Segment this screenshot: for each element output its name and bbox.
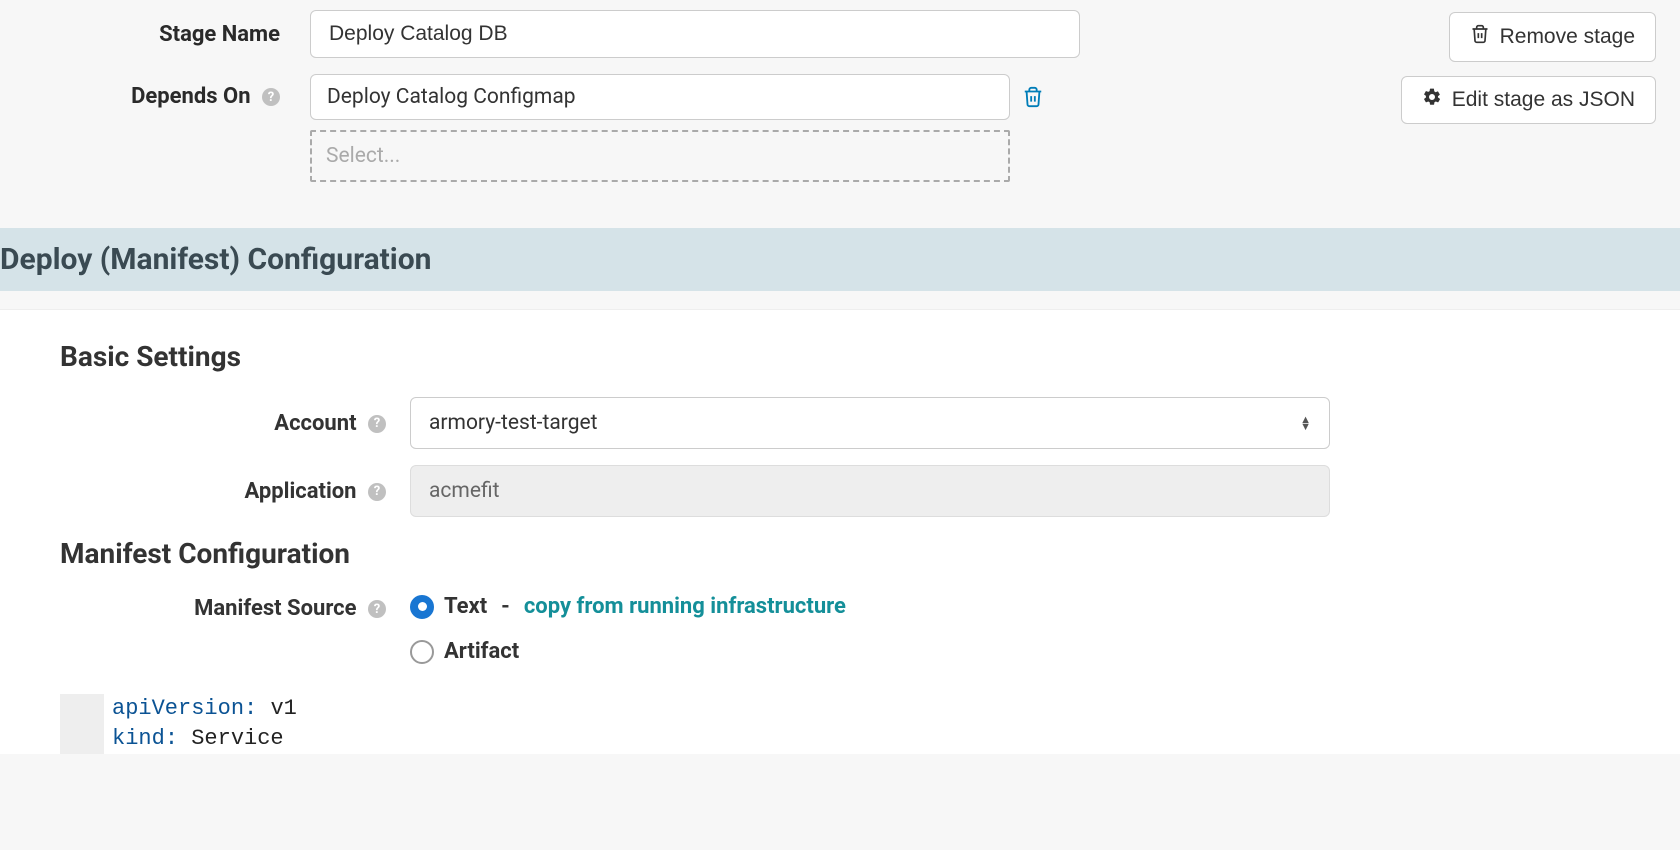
radio-icon [410,640,434,664]
manifest-config-title: Manifest Configuration [60,537,1620,570]
help-icon[interactable]: ? [368,483,386,501]
manifest-source-label: Manifest Source ? [60,594,410,621]
application-field: acmefit [410,465,1330,517]
application-label: Application ? [60,479,410,504]
trash-icon [1470,23,1490,51]
main-content: Basic Settings Account ? armory-test-tar… [0,309,1680,754]
manifest-source-radio-group: Text - copy from running infrastructure … [410,594,846,664]
code-gutter [60,694,104,754]
help-icon[interactable]: ? [368,415,386,433]
stage-config-section: Stage Name Depends On ? Deploy Catalog C… [0,0,1680,228]
section-header: Deploy (Manifest) Configuration [0,228,1680,291]
manifest-code-editor[interactable]: apiVersion: v1 kind: Service [60,694,1620,754]
manifest-source-row: Manifest Source ? Text - copy from runni… [60,594,1620,664]
chevron-updown-icon: ▲▼ [1300,416,1311,430]
depends-on-label: Depends On ? [20,74,310,109]
basic-settings-title: Basic Settings [60,340,1620,373]
copy-infra-link[interactable]: copy from running infrastructure [524,594,846,619]
depends-on-item: Deploy Catalog Configmap [310,74,1044,120]
help-icon[interactable]: ? [368,600,386,618]
edit-json-button[interactable]: Edit stage as JSON [1401,76,1656,124]
account-row: Account ? armory-test-target ▲▼ [60,397,1620,449]
action-buttons: Remove stage Edit stage as JSON [1401,12,1656,124]
radio-artifact-option[interactable]: Artifact [410,639,846,664]
application-row: Application ? acmefit [60,465,1620,517]
remove-stage-button[interactable]: Remove stage [1449,12,1656,62]
stage-name-label: Stage Name [20,22,310,47]
help-icon[interactable]: ? [262,88,280,106]
code-content: apiVersion: v1 kind: Service [104,694,297,754]
account-select[interactable]: armory-test-target ▲▼ [410,397,1330,449]
trash-icon[interactable] [1022,85,1044,109]
radio-text-option[interactable]: Text - copy from running infrastructure [410,594,846,619]
stage-name-input[interactable] [310,10,1080,58]
gear-icon [1422,87,1442,113]
radio-icon [410,595,434,619]
account-label: Account ? [60,411,410,436]
depends-on-wrapper: Deploy Catalog Configmap Select... [310,74,1044,182]
depends-on-chip[interactable]: Deploy Catalog Configmap [310,74,1010,120]
depends-on-select[interactable]: Select... [310,130,1010,182]
